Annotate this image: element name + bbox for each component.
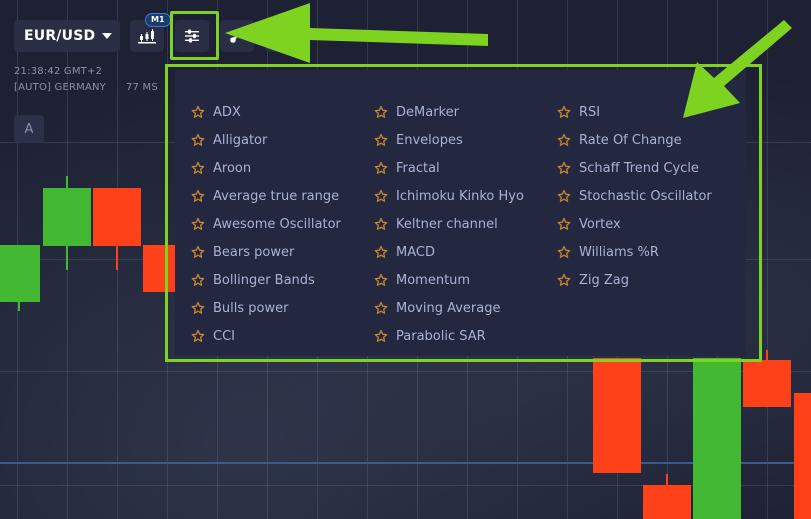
candle [794,393,811,519]
candle [693,358,741,519]
ping-latency: 77 MS [126,82,158,93]
candle [643,474,691,519]
candle [593,358,641,473]
asset-pair-label: EUR/USD [24,28,96,44]
current-price-line [0,462,811,464]
drawing-tools-button[interactable] [220,20,254,52]
asset-selector-button[interactable]: EUR/USD [14,20,120,52]
annotation-highlight-box [170,11,219,60]
candle [0,245,40,311]
candle [93,188,141,270]
candle [43,176,91,270]
server-location: [AUTO] GERMANY [14,82,106,93]
draw-line-icon [230,29,244,43]
grid-line [0,371,811,372]
auto-scale-button[interactable]: A [14,115,44,143]
annotation-highlight-box [165,64,762,362]
candlestick-icon [138,29,156,44]
timeframe-badge[interactable]: M1 [145,13,171,27]
chevron-down-icon [102,33,113,39]
toolbar-button[interactable] [265,20,295,52]
server-time: 21:38:42 GMT+2 [14,66,103,77]
